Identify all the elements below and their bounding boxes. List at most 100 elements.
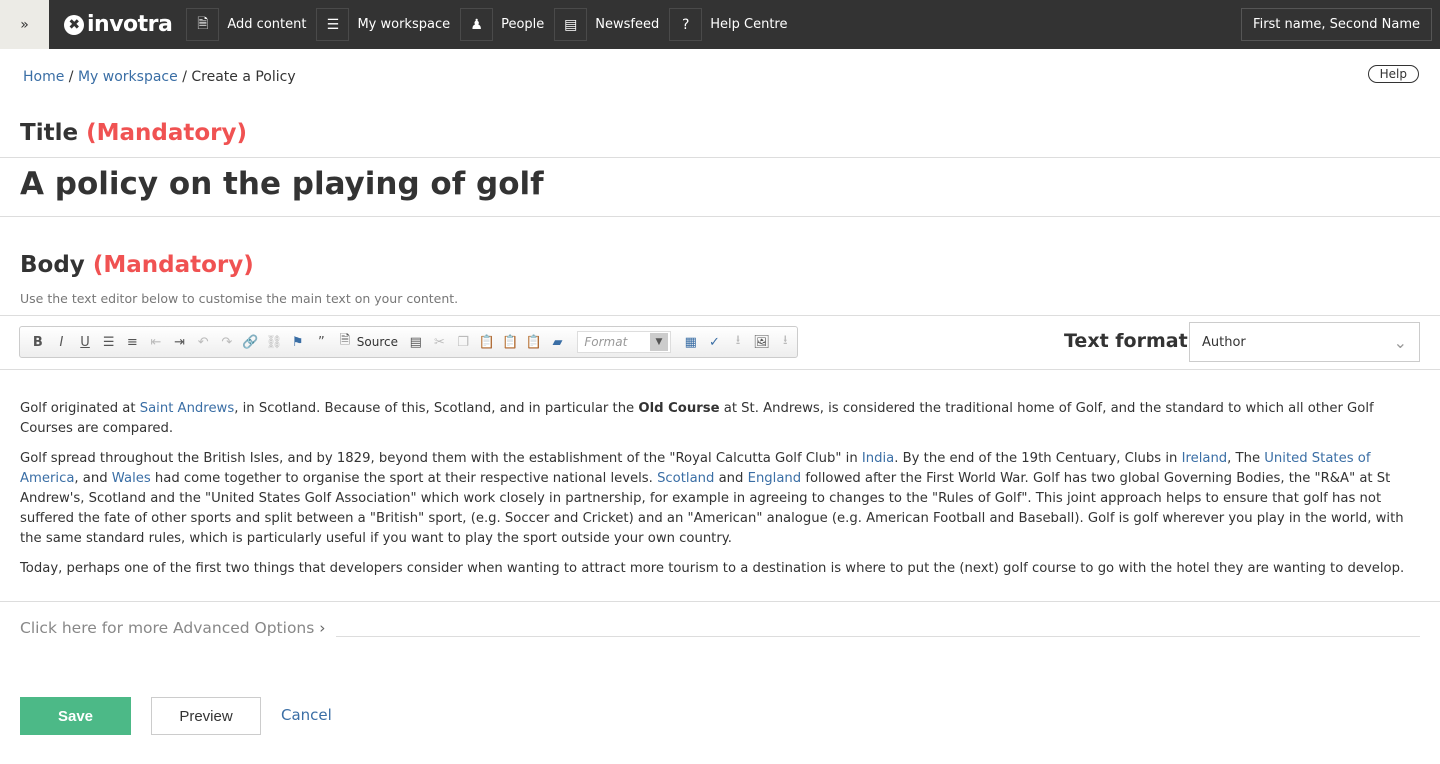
menu-toggle-chevron-icon[interactable]: »	[0, 0, 49, 49]
download-icon[interactable]: ⭳	[726, 331, 750, 353]
horizontal-rule-icon[interactable]: ▤	[404, 335, 428, 350]
text: Golf originated at	[20, 401, 140, 416]
source-button[interactable]: Source	[357, 335, 398, 349]
logo-icon: ✖	[64, 14, 84, 35]
user-menu[interactable]: First name, Second Name	[1241, 8, 1432, 41]
breadcrumb-workspace[interactable]: My workspace	[78, 69, 178, 85]
cut-icon[interactable]: ✂	[428, 335, 452, 350]
body-editor-content[interactable]: Golf originated at Saint Andrews, in Sco…	[20, 399, 1420, 589]
blockquote-icon[interactable]: ”	[310, 335, 334, 350]
text-format-label: Text format	[1064, 330, 1188, 352]
breadcrumb: Home / My workspace / Create a Policy	[23, 69, 296, 85]
save-button[interactable]: Save	[20, 697, 131, 735]
redo-icon[interactable]: ↷	[215, 335, 239, 350]
question-icon: ?	[669, 8, 703, 41]
paragraph: Today, perhaps one of the first two thin…	[20, 561, 1405, 576]
text-format-value: Author	[1202, 334, 1246, 350]
remove-format-icon[interactable]: ▰	[546, 335, 570, 350]
underline-icon[interactable]: U	[73, 335, 97, 350]
title-label: Title (Mandatory)	[20, 120, 247, 146]
text: had come together to organise the sport …	[150, 471, 658, 486]
link-wales[interactable]: Wales	[112, 471, 151, 486]
mandatory-marker: (Mandatory)	[92, 252, 254, 278]
text: . By the end of the 19th Centuary, Clubs…	[894, 451, 1182, 466]
text-format-select[interactable]: Author ⌄	[1189, 322, 1420, 362]
outdent-icon[interactable]: ⇤	[144, 335, 168, 350]
nav-newsfeed[interactable]: ▤ Newsfeed	[554, 8, 659, 41]
indent-icon[interactable]: ⇥	[168, 335, 192, 350]
nav-my-workspace[interactable]: ☰ My workspace	[316, 8, 450, 41]
chevron-down-icon: ▼	[649, 333, 668, 351]
anchor-flag-icon[interactable]: ⚑	[286, 335, 310, 350]
image-icon[interactable]: 🖼	[750, 335, 774, 350]
brand-name: invotra	[87, 12, 173, 37]
link-saint-andrews[interactable]: Saint Andrews	[140, 401, 235, 416]
people-icon: ♟	[460, 8, 494, 41]
title-input[interactable]: A policy on the playing of golf	[20, 166, 544, 202]
logo[interactable]: ✖ invotra	[64, 12, 173, 37]
copy-icon[interactable]: ❐	[451, 335, 475, 350]
nav-label: People	[501, 17, 545, 32]
divider	[0, 369, 1440, 370]
divider	[336, 636, 1420, 637]
body-label-text: Body	[20, 252, 85, 278]
title-label-text: Title	[20, 120, 79, 146]
help-button[interactable]: Help	[1367, 65, 1419, 83]
chevron-down-icon: ⌄	[1393, 332, 1407, 352]
undo-icon[interactable]: ↶	[191, 335, 215, 350]
link-scotland[interactable]: Scotland	[657, 471, 714, 486]
paragraph: Golf spread throughout the British Isles…	[20, 449, 1420, 549]
format-dropdown[interactable]: Format ▼	[577, 331, 671, 353]
table-icon[interactable]: ▦	[679, 335, 703, 350]
nav-label: Add content	[227, 17, 307, 32]
divider	[0, 157, 1440, 158]
source-icon[interactable]: 🗎	[333, 331, 357, 353]
numbered-list-icon[interactable]: ≡	[121, 335, 145, 350]
list-icon: ☰	[316, 8, 350, 41]
breadcrumb-home[interactable]: Home	[23, 69, 64, 85]
nav-add-content[interactable]: 🗎 Add content	[186, 8, 306, 41]
link-ireland[interactable]: Ireland	[1182, 451, 1228, 466]
text: and	[714, 471, 748, 486]
breadcrumb-separator: /	[68, 69, 74, 85]
italic-icon[interactable]: I	[50, 335, 74, 350]
cancel-link[interactable]: Cancel	[281, 706, 332, 724]
nav-help-centre[interactable]: ? Help Centre	[669, 8, 788, 41]
insert-file-icon[interactable]: ⭳	[773, 331, 797, 353]
divider	[0, 216, 1440, 217]
bold-text: Old Course	[638, 401, 720, 416]
mandatory-marker: (Mandatory)	[86, 120, 247, 146]
format-placeholder: Format	[584, 335, 628, 349]
link-india[interactable]: India	[862, 451, 894, 466]
paste-word-icon[interactable]: 📋	[522, 335, 546, 350]
top-nav: » ✖ invotra 🗎 Add content ☰ My workspace ♟ P…	[0, 0, 1440, 49]
newspaper-icon: ▤	[554, 8, 588, 41]
document-icon: 🗎	[186, 8, 220, 41]
bulleted-list-icon[interactable]: ☰	[97, 335, 121, 350]
nav-people[interactable]: ♟ People	[460, 8, 544, 41]
paragraph: Golf originated at Saint Andrews, in Sco…	[20, 399, 1420, 439]
chevron-right-icon: ›	[319, 619, 326, 637]
text: , The	[1227, 451, 1265, 466]
unlink-icon[interactable]: ⛓	[262, 335, 286, 350]
link-icon[interactable]: 🔗	[239, 335, 263, 350]
preview-button[interactable]: Preview	[151, 697, 261, 735]
paste-icon[interactable]: 📋	[475, 335, 499, 350]
link-england[interactable]: England	[748, 471, 802, 486]
advanced-options-toggle[interactable]: Click here for more Advanced Options ›	[20, 619, 325, 637]
nav-label: Help Centre	[710, 17, 788, 32]
divider	[0, 601, 1440, 602]
body-label: Body (Mandatory)	[20, 252, 254, 278]
text: , in Scotland. Because of this, Scotland…	[234, 401, 639, 416]
breadcrumb-current: Create a Policy	[191, 69, 296, 85]
divider	[0, 315, 1440, 316]
nav-label: My workspace	[357, 17, 451, 32]
bold-icon[interactable]: B	[26, 335, 50, 350]
text: Golf spread throughout the British Isles…	[20, 451, 862, 466]
breadcrumb-separator: /	[182, 69, 187, 85]
paste-text-icon[interactable]: 📋	[498, 335, 522, 350]
body-hint: Use the text editor below to customise t…	[20, 291, 459, 306]
text: , and	[74, 471, 112, 486]
nav-label: Newsfeed	[595, 17, 660, 32]
spellcheck-icon[interactable]: ✓	[703, 335, 727, 350]
